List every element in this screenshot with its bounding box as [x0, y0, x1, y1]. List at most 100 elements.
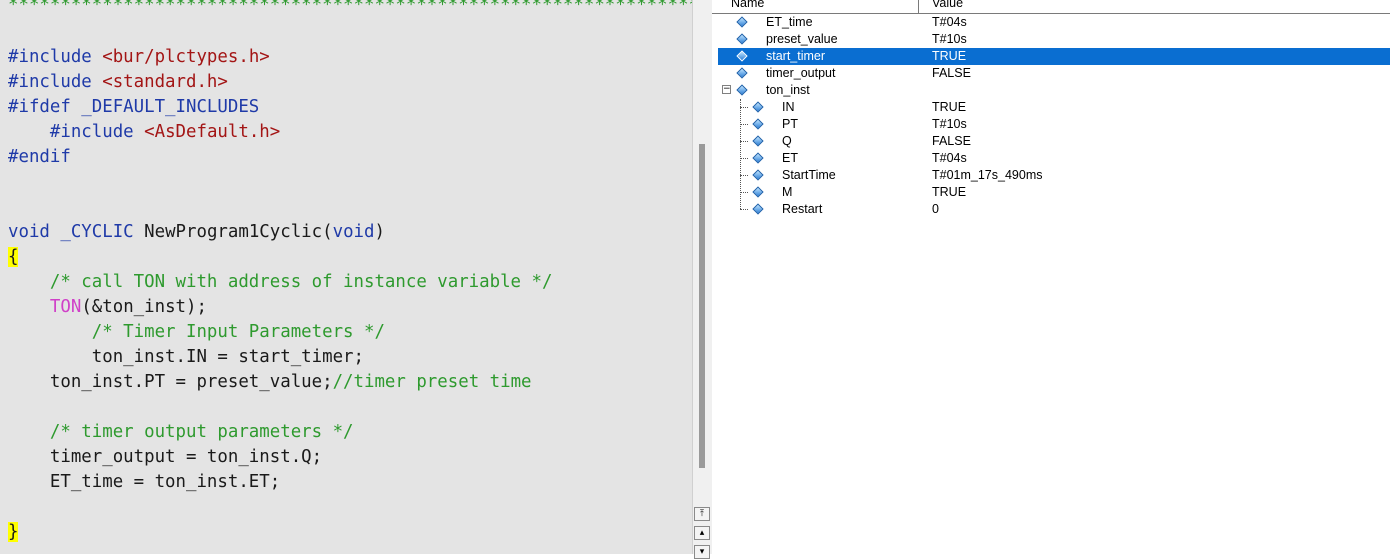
code-line: /* call TON with address of instance var…	[8, 270, 553, 295]
variable-diamond-icon	[736, 67, 748, 79]
code-line: ton_inst.PT = preset_value;//timer prese…	[8, 370, 532, 395]
code-token: )	[374, 222, 385, 242]
watch-row-ton-inst[interactable]: − ton_inst	[718, 82, 1390, 99]
watch-row-preset-value[interactable]: preset_value T#10s	[718, 31, 1390, 48]
variable-diamond-icon	[752, 118, 764, 130]
column-header-value[interactable]: Value	[932, 0, 963, 10]
variable-name: ton_inst	[766, 83, 810, 97]
code-token: ton_inst.PT = preset_value;	[8, 372, 333, 392]
variable-name: IN	[782, 100, 795, 114]
code-token: /* call TON with address of instance var…	[8, 272, 553, 292]
variable-diamond-icon	[752, 135, 764, 147]
watch-panel: Name Value ET_time T#04s preset_value T#10s…	[712, 0, 1390, 554]
variable-value[interactable]: TRUE	[932, 99, 966, 116]
code-token: timer_output = ton_inst.Q;	[8, 447, 323, 467]
variable-name: ET_time	[766, 15, 813, 29]
tree-connector	[740, 124, 748, 125]
code-line: #include <standard.h>	[8, 70, 228, 95]
variable-diamond-icon	[752, 203, 764, 215]
variable-diamond-icon	[752, 152, 764, 164]
variable-diamond-icon	[736, 84, 748, 96]
variable-diamond-icon	[736, 16, 748, 28]
code-token: #include	[8, 122, 145, 142]
column-divider[interactable]	[918, 0, 919, 13]
tree-connector	[740, 158, 748, 159]
tree-vertical-connector	[740, 99, 741, 209]
scroll-up-button[interactable]: ▴	[694, 526, 710, 540]
code-line: TON(&ton_inst);	[8, 295, 207, 320]
variable-value[interactable]: TRUE	[932, 48, 966, 65]
tree-connector	[740, 141, 748, 142]
watch-row-et-time[interactable]: ET_time T#04s	[718, 14, 1390, 31]
code-line: }	[8, 520, 19, 545]
watch-row-pt[interactable]: PT T#10s	[718, 116, 1390, 133]
code-token: void	[332, 222, 375, 242]
variable-value[interactable]: TRUE	[932, 184, 966, 201]
code-line: timer_output = ton_inst.Q;	[8, 445, 322, 470]
watch-row-in[interactable]: IN TRUE	[718, 99, 1390, 116]
variable-value[interactable]: T#04s	[932, 14, 967, 31]
variable-name: timer_output	[766, 66, 836, 80]
code-line: #endif	[8, 145, 71, 170]
variable-name: M	[782, 185, 793, 199]
scroll-to-top-button[interactable]: ⤒	[694, 507, 710, 521]
variable-diamond-icon	[752, 169, 764, 181]
editor-scrollbar-thumb[interactable]	[699, 144, 705, 468]
watch-row-et[interactable]: ET T#04s	[718, 150, 1390, 167]
code-line: #include <bur/plctypes.h>	[8, 45, 270, 70]
code-line: #ifdef _DEFAULT_INCLUDES	[8, 95, 259, 120]
watch-row-starttime[interactable]: StartTime T#01m_17s_490ms	[718, 167, 1390, 184]
code-line: ET_time = ton_inst.ET;	[8, 470, 280, 495]
variable-name: Q	[782, 134, 792, 148]
variable-value[interactable]: FALSE	[932, 133, 971, 150]
code-token: #endif	[8, 147, 71, 167]
variable-name: preset_value	[766, 32, 838, 46]
code-token: <bur/plctypes.h>	[102, 47, 270, 67]
code-token: /* timer output parameters */	[8, 422, 354, 442]
variable-value[interactable]: T#04s	[932, 150, 967, 167]
watch-row-timer-output[interactable]: timer_output FALSE	[718, 65, 1390, 82]
code-token: //timer preset time	[332, 372, 532, 392]
variable-diamond-icon	[736, 50, 748, 62]
comment-separator: ****************************************…	[8, 0, 692, 15]
code-token: #include	[8, 47, 103, 67]
variable-value[interactable]: T#10s	[932, 116, 967, 133]
code-token: (&ton_inst);	[81, 297, 207, 317]
variable-diamond-icon	[752, 186, 764, 198]
code-token: {	[8, 247, 19, 267]
variable-diamond-icon	[752, 101, 764, 113]
tree-connector	[740, 175, 748, 176]
watch-row-q[interactable]: Q FALSE	[718, 133, 1390, 150]
watch-row-m[interactable]: M TRUE	[718, 184, 1390, 201]
watch-row-restart[interactable]: Restart 0	[718, 201, 1390, 218]
variable-name: ET	[782, 151, 798, 165]
watch-row-start-timer[interactable]: start_timer TRUE	[718, 48, 1390, 65]
code-token: void	[8, 222, 50, 242]
variable-value[interactable]: 0	[932, 201, 939, 218]
code-editor[interactable]: ****************************************…	[0, 0, 692, 554]
variable-value[interactable]: T#01m_17s_490ms	[932, 167, 1042, 184]
code-token: #ifdef _DEFAULT_INCLUDES	[8, 97, 260, 117]
code-token: NewProgram1Cyclic(	[133, 222, 333, 242]
code-token: <AsDefault.h>	[144, 122, 281, 142]
collapse-toggle-icon[interactable]: −	[722, 85, 731, 94]
code-token: TON	[49, 297, 82, 317]
code-line: ton_inst.IN = start_timer;	[8, 345, 364, 370]
code-token: ET_time = ton_inst.ET;	[8, 472, 281, 492]
variable-diamond-icon	[736, 33, 748, 45]
tree-connector	[740, 192, 748, 193]
code-line: void _CYCLIC NewProgram1Cyclic(void)	[8, 220, 385, 245]
scroll-down-button[interactable]: ▾	[694, 545, 710, 559]
code-line: #include <AsDefault.h>	[8, 120, 280, 145]
watch-header: Name Value	[712, 0, 1390, 14]
column-header-name[interactable]: Name	[731, 0, 764, 10]
variable-name: start_timer	[766, 49, 826, 63]
tree-connector	[740, 209, 748, 210]
code-token: /* Timer Input Parameters */	[8, 322, 385, 342]
variable-name: StartTime	[782, 168, 836, 182]
code-line: {	[8, 245, 19, 270]
variable-name: PT	[782, 117, 798, 131]
variable-value[interactable]: FALSE	[932, 65, 971, 82]
variable-value[interactable]: T#10s	[932, 31, 967, 48]
